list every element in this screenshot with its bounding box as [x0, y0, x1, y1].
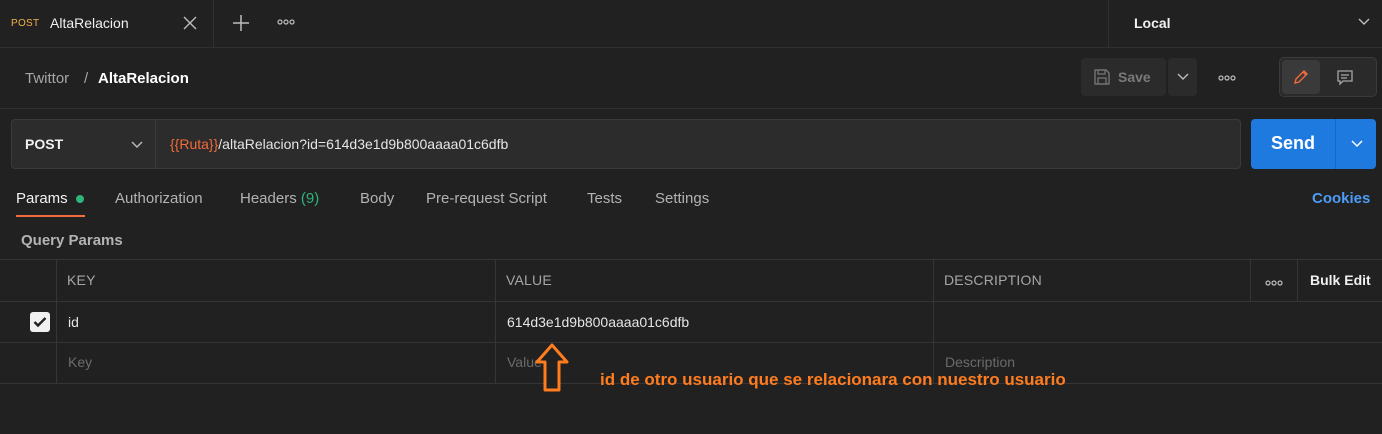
- method-select[interactable]: POST: [11, 119, 156, 169]
- column-divider: [56, 259, 57, 384]
- breadcrumb-request-name[interactable]: AltaRelacion: [98, 70, 189, 87]
- request-tab[interactable]: POST AltaRelacion: [0, 0, 214, 47]
- tab-body[interactable]: Body: [360, 190, 394, 207]
- url-path: /altaRelacion?id=614d3e1d9b800aaaa01c6df…: [218, 136, 509, 152]
- breadcrumb-separator: /: [84, 70, 89, 87]
- chevron-down-icon[interactable]: [1350, 139, 1364, 149]
- save-label: Save: [1118, 69, 1151, 85]
- bulk-edit-button[interactable]: Bulk Edit: [1310, 272, 1371, 288]
- params-active-dot: [76, 195, 84, 203]
- tab-headers-label: Headers: [240, 190, 297, 207]
- tab-method-label: POST: [11, 18, 40, 29]
- checkmark-icon: [33, 317, 47, 328]
- ellipsis-icon[interactable]: [276, 16, 296, 28]
- comments-button[interactable]: [1326, 60, 1364, 94]
- param-key[interactable]: id: [68, 314, 79, 330]
- pencil-icon: [1294, 70, 1308, 84]
- ellipsis-icon[interactable]: [1264, 277, 1284, 289]
- environment-label: Local: [1134, 15, 1171, 31]
- chevron-down-icon: [1358, 18, 1370, 25]
- query-params-table: KEY VALUE DESCRIPTION Bulk Edit id 614d3…: [0, 259, 1382, 384]
- table-border: [0, 259, 1382, 260]
- tab-bar: POST AltaRelacion Local: [0, 0, 1382, 48]
- column-header-description: DESCRIPTION: [944, 272, 1042, 288]
- environment-selector[interactable]: Local: [1108, 0, 1382, 47]
- chevron-down-icon: [1177, 73, 1189, 80]
- tab-authorization[interactable]: Authorization: [115, 190, 203, 207]
- save-icon: [1094, 69, 1110, 85]
- save-button[interactable]: Save: [1081, 58, 1166, 96]
- column-divider: [1250, 259, 1251, 301]
- key-placeholder[interactable]: Key: [68, 354, 92, 370]
- edit-mode-button[interactable]: [1282, 60, 1320, 94]
- close-icon[interactable]: [181, 14, 199, 32]
- headers-count: (9): [300, 190, 320, 207]
- tab-title: AltaRelacion: [50, 15, 129, 31]
- row-checkbox[interactable]: [30, 312, 50, 332]
- tab-tests[interactable]: Tests: [587, 190, 622, 207]
- annotation-text: id de otro usuario que se relacionara co…: [600, 370, 1066, 389]
- tab-settings[interactable]: Settings: [655, 190, 709, 207]
- view-mode-toggle: [1279, 57, 1377, 97]
- chevron-down-icon: [131, 141, 143, 148]
- url-input[interactable]: {{Ruta}} /altaRelacion?id=614d3e1d9b800a…: [155, 119, 1241, 169]
- column-divider: [495, 259, 496, 384]
- column-divider: [1297, 259, 1298, 301]
- comment-icon: [1337, 70, 1353, 86]
- table-border: [0, 301, 1382, 302]
- arrow-up-icon: [535, 343, 569, 392]
- breadcrumb: Twittor / AltaRelacion Save: [0, 48, 1382, 109]
- url-variable: {{Ruta}}: [170, 136, 219, 152]
- send-label: Send: [1271, 133, 1316, 153]
- column-header-value: VALUE: [506, 272, 552, 288]
- ellipsis-icon[interactable]: [1217, 72, 1237, 84]
- tab-pre-request-script[interactable]: Pre-request Script: [426, 190, 547, 207]
- active-tab-underline: [16, 215, 85, 217]
- tab-headers[interactable]: Headers (9): [240, 190, 319, 207]
- param-value[interactable]: 614d3e1d9b800aaaa01c6dfb: [507, 314, 689, 330]
- query-params-title: Query Params: [21, 232, 123, 249]
- save-dropdown-button[interactable]: [1168, 58, 1197, 96]
- column-header-key: KEY: [67, 272, 96, 288]
- cookies-link[interactable]: Cookies: [1312, 190, 1370, 207]
- plus-icon[interactable]: [229, 11, 253, 35]
- method-label: POST: [25, 136, 64, 152]
- send-button[interactable]: Send: [1251, 119, 1376, 169]
- send-divider: [1335, 119, 1336, 169]
- table-border: [0, 342, 1382, 343]
- description-placeholder[interactable]: Description: [945, 354, 1015, 370]
- breadcrumb-collection[interactable]: Twittor: [25, 70, 69, 87]
- column-divider: [933, 259, 934, 384]
- tab-params[interactable]: Params: [16, 190, 68, 207]
